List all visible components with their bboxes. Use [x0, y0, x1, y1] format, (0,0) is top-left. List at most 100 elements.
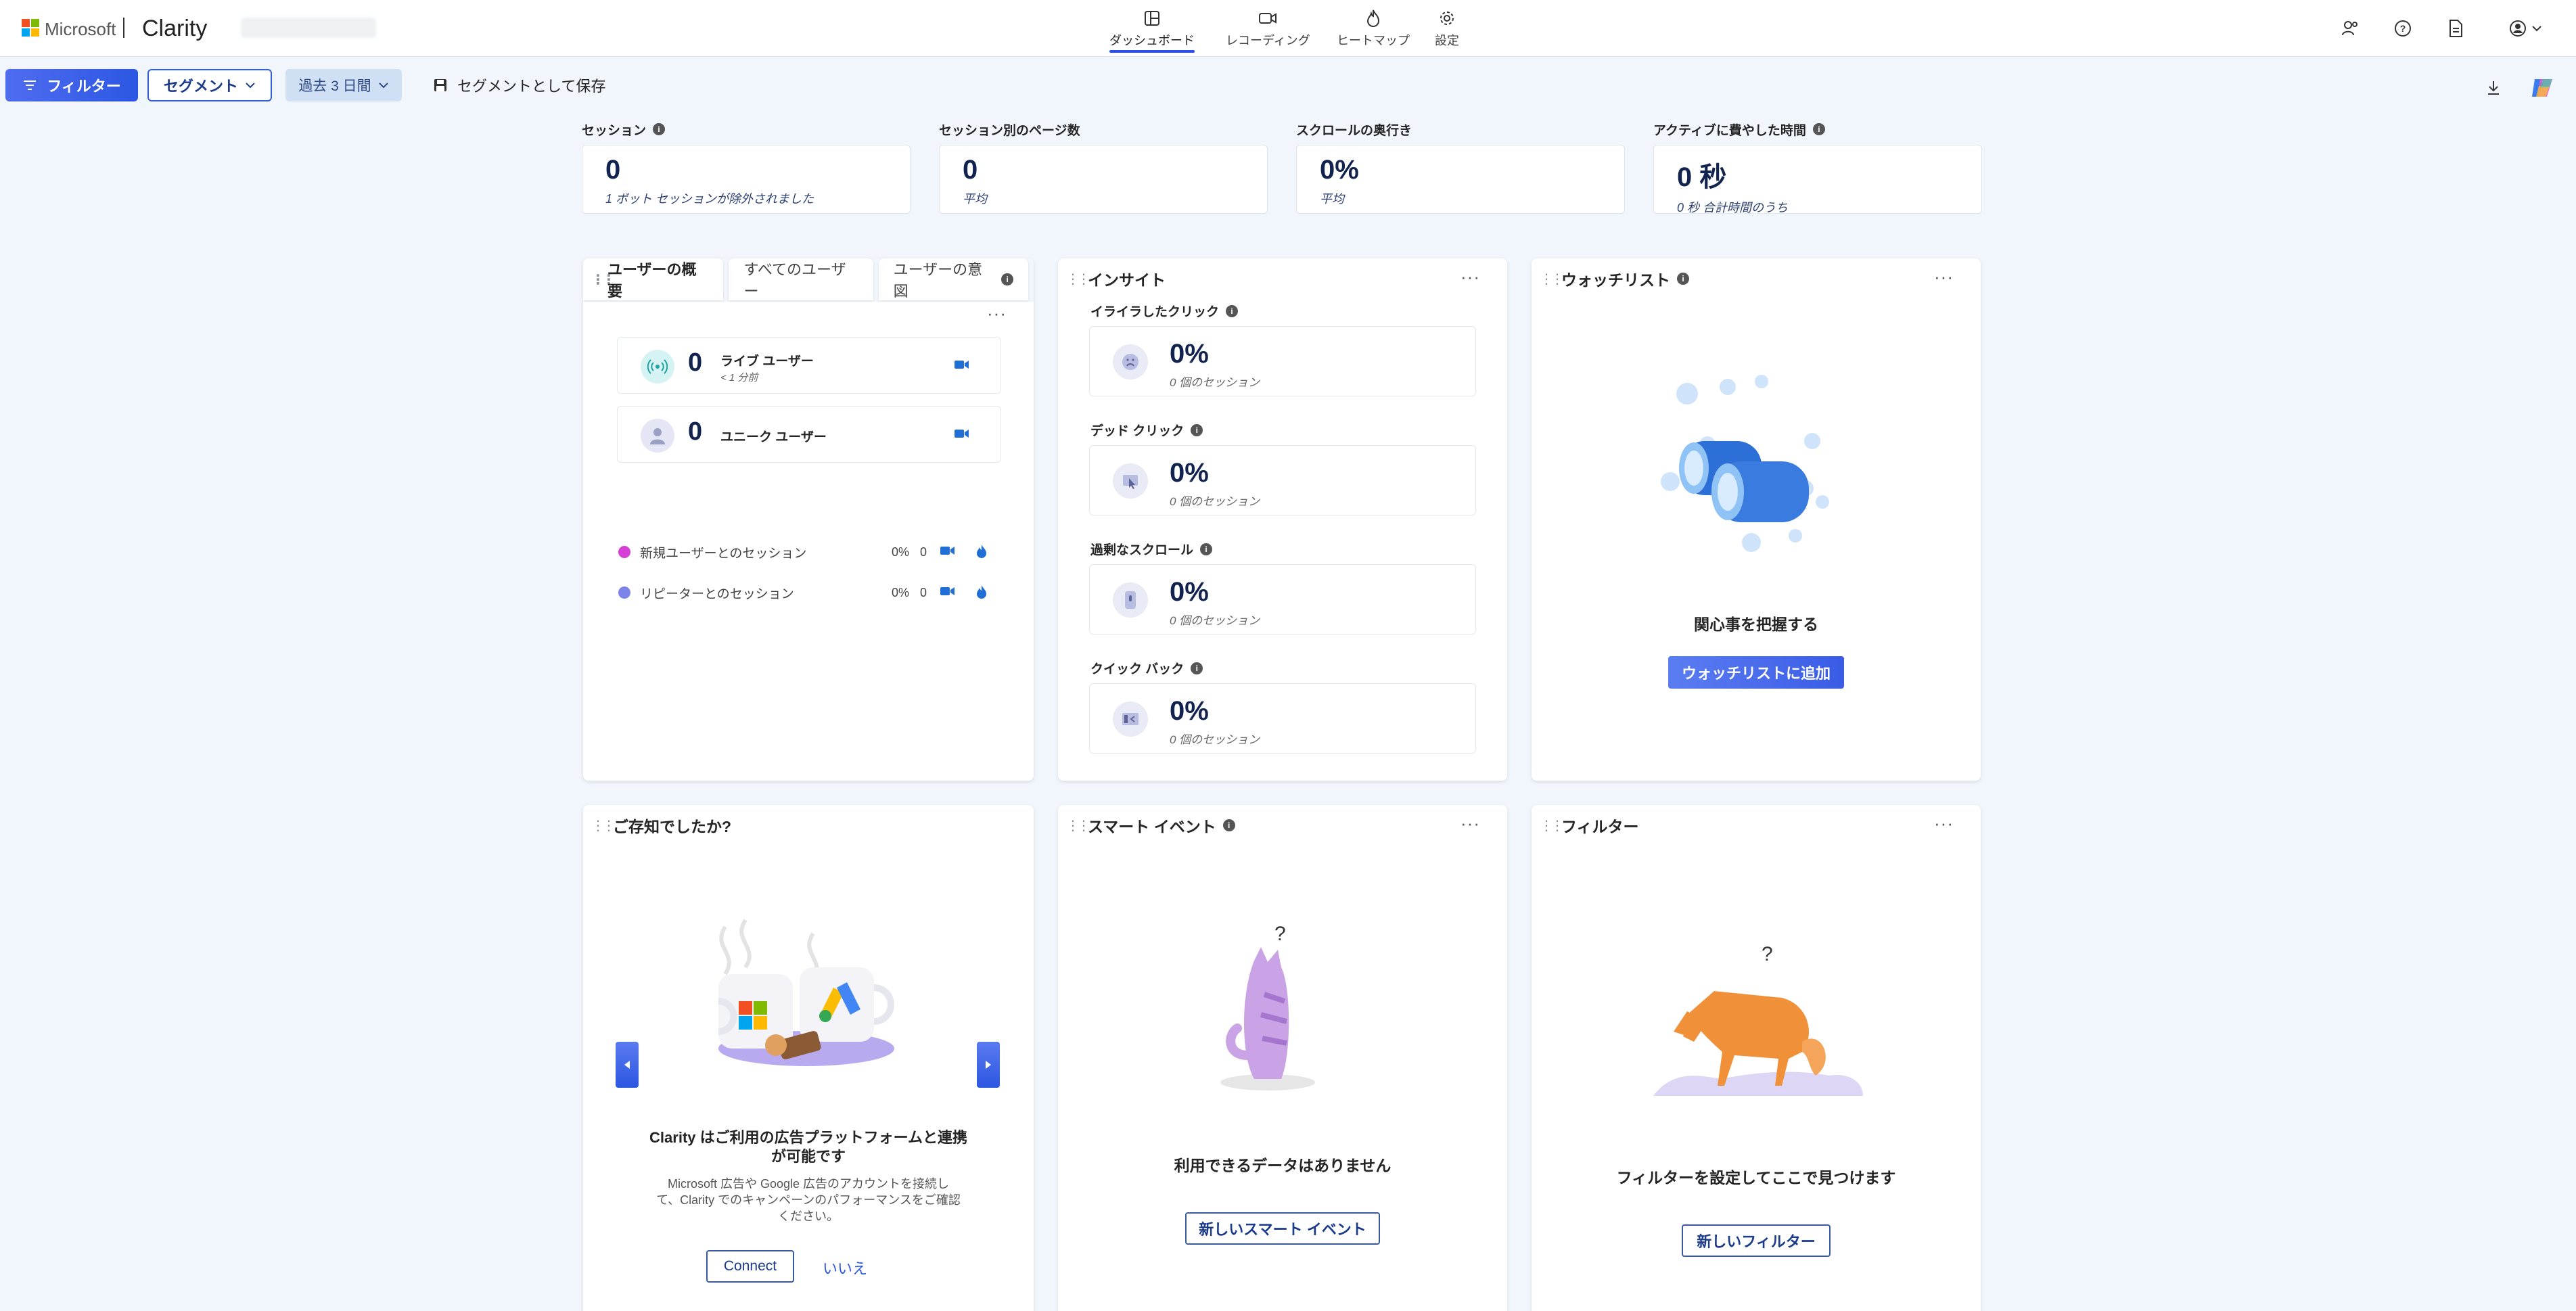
video-icon[interactable] [940, 545, 955, 560]
legend-new-users[interactable]: 新規ユーザーとのセッション 0% 0 [617, 538, 1001, 566]
carousel-next-button[interactable] [977, 1042, 1000, 1088]
nav-label: ダッシュボード [1109, 34, 1195, 47]
new-smart-event-button[interactable]: 新しいスマート イベント [1185, 1212, 1380, 1245]
did-you-know-card: ⋮⋮ ご存知でしたか? Clarity はご利用の広告プラットフォームと連携 が… [583, 805, 1034, 1311]
info-icon[interactable]: i [1200, 543, 1213, 555]
insight-dead-clicks[interactable]: 0% 0 個のセッション [1089, 445, 1476, 515]
promo-headline-line2: が可能です [770, 1148, 846, 1165]
tab-user-overview[interactable]: ⋮⋮ ユーザーの概要 [583, 258, 724, 300]
product-name[interactable]: Clarity [142, 16, 207, 42]
chevron-down-icon [246, 83, 255, 89]
metric-pages-per-session: セッション別のページ数 0 平均 [939, 119, 1268, 214]
metric-title: セッション別のページ数 [939, 123, 1080, 138]
info-icon[interactable]: i [1812, 123, 1825, 135]
drag-handle-icon[interactable]: ⋮⋮ [1066, 817, 1090, 834]
info-icon[interactable]: i [1226, 304, 1239, 317]
nav-recordings[interactable]: レコーディング [1226, 4, 1310, 53]
metric-card: 0 秒 0 秒 合計時間のうち [1653, 145, 1982, 214]
drag-handle-icon[interactable]: ⋮⋮ [1540, 271, 1564, 288]
more-options-icon[interactable]: ··· [1934, 267, 1954, 288]
segment-label: セグメント [163, 78, 238, 95]
date-range-dropdown[interactable]: 過去 3 日間 [285, 69, 402, 101]
save-segment-button[interactable]: セグメントとして保存 [433, 69, 605, 101]
heatmap-icon[interactable] [975, 584, 988, 603]
insight-label: クイック バック i [1090, 659, 1203, 677]
insight-subtext: 0 個のセッション [1170, 376, 1260, 389]
drag-handle-icon[interactable]: ⋮⋮ [591, 817, 616, 834]
drag-handle-icon[interactable]: ⋮⋮ [591, 271, 616, 288]
flame-icon [1363, 8, 1383, 28]
info-icon[interactable]: i [1677, 273, 1689, 285]
copilot-icon[interactable] [2529, 74, 2556, 101]
add-to-watchlist-button[interactable]: ウォッチリストに追加 [1668, 656, 1844, 689]
legend-count: 0 [920, 585, 927, 599]
filter-button-label: フィルター [47, 78, 121, 95]
help-icon[interactable]: ? [2392, 18, 2414, 39]
account-menu-icon[interactable] [2507, 18, 2548, 39]
drag-handle-icon[interactable]: ⋮⋮ [1540, 817, 1564, 834]
insight-quick-back[interactable]: 0% 0 個のセッション [1089, 683, 1476, 754]
new-filter-button[interactable]: 新しいフィルター [1682, 1224, 1831, 1257]
dashboard-icon [1142, 8, 1162, 28]
carousel-prev-button[interactable] [616, 1042, 639, 1088]
connect-button[interactable]: Connect [706, 1250, 794, 1283]
insight-subtext: 0 個のセッション [1170, 733, 1260, 746]
decline-link[interactable]: いいえ [823, 1257, 867, 1279]
insight-excessive-scroll[interactable]: 0% 0 個のセッション [1089, 564, 1476, 635]
filter-icon [24, 80, 37, 90]
live-users-count: 0 [688, 348, 703, 377]
binoculars-illustration [1661, 375, 1829, 552]
legend-percent: 0% [892, 585, 910, 599]
more-options-icon[interactable]: ··· [1460, 267, 1480, 288]
user-overview-card: ⋮⋮ ユーザーの概要 すべてのユーザー ユーザーの意図 i ··· 0 ライブ ユ… [583, 258, 1034, 781]
nav-dashboard[interactable]: ダッシュボード [1109, 4, 1195, 53]
metric-title: スクロールの奥行き [1296, 123, 1412, 138]
brand-divider [123, 18, 124, 38]
card-title: フィルター [1561, 818, 1639, 835]
chevron-right-icon [986, 1061, 991, 1069]
drag-handle-icon[interactable]: ⋮⋮ [1066, 271, 1090, 288]
info-icon[interactable]: i [653, 123, 666, 135]
more-options-icon[interactable]: ··· [1460, 813, 1480, 834]
video-icon[interactable] [954, 359, 969, 373]
metric-value: 0 [963, 155, 978, 185]
insight-value: 0% [1170, 577, 1209, 607]
metric-card: 0 平均 [939, 145, 1268, 214]
promo-body-line1: Microsoft 広告や Google 広告のアカウントを接続し [667, 1177, 950, 1191]
video-icon[interactable] [954, 428, 969, 442]
chevron-left-icon [624, 1061, 630, 1069]
insight-label: イライラしたクリック i [1090, 302, 1239, 320]
project-selector[interactable] [241, 18, 376, 38]
insight-subtext: 0 個のセッション [1170, 614, 1260, 627]
metric-subtext: 平均 [1320, 192, 1344, 206]
info-icon[interactable]: i [1222, 819, 1235, 831]
filter-button[interactable]: フィルター [5, 69, 138, 101]
info-icon[interactable]: i [1191, 662, 1203, 674]
insights-card: ⋮⋮ インサイト ··· イライラしたクリック i 0% 0 個のセッション デッ… [1058, 258, 1507, 781]
legend-count: 0 [920, 545, 927, 559]
insight-rage-clicks[interactable]: 0% 0 個のセッション [1089, 326, 1476, 396]
share-users-icon[interactable] [2339, 18, 2361, 39]
heatmap-icon[interactable] [975, 544, 988, 563]
svg-text:?: ? [2400, 23, 2406, 34]
nav-heatmaps[interactable]: ヒートマップ [1337, 4, 1410, 53]
more-options-icon[interactable]: ··· [1934, 813, 1954, 834]
info-icon[interactable]: i [1001, 273, 1013, 285]
toolbar: フィルター セグメント 過去 3 日間 セグメントとして保存 [0, 57, 2576, 118]
segment-dropdown[interactable]: セグメント [147, 69, 272, 101]
video-icon[interactable] [940, 586, 955, 601]
tab-all-users[interactable]: すべてのユーザー [729, 258, 873, 300]
document-icon[interactable] [2445, 18, 2466, 39]
metric-card: 0% 平均 [1296, 145, 1625, 214]
sad-face-icon [1113, 344, 1148, 380]
promo-body-line3: ください。 [778, 1210, 839, 1223]
download-icon[interactable] [2480, 74, 2507, 101]
date-range-label: 過去 3 日間 [298, 78, 371, 94]
info-icon[interactable]: i [1191, 423, 1203, 436]
metric-card: 0 1 ボット セッションが除外されました [582, 145, 911, 214]
nav-settings[interactable]: 設定 [1435, 4, 1459, 53]
more-options-icon[interactable]: ··· [987, 303, 1007, 324]
legend-returning-users[interactable]: リピーターとのセッション 0% 0 [617, 579, 1001, 606]
video-icon [1258, 8, 1278, 28]
tab-user-intent[interactable]: ユーザーの意図 i [878, 258, 1028, 300]
